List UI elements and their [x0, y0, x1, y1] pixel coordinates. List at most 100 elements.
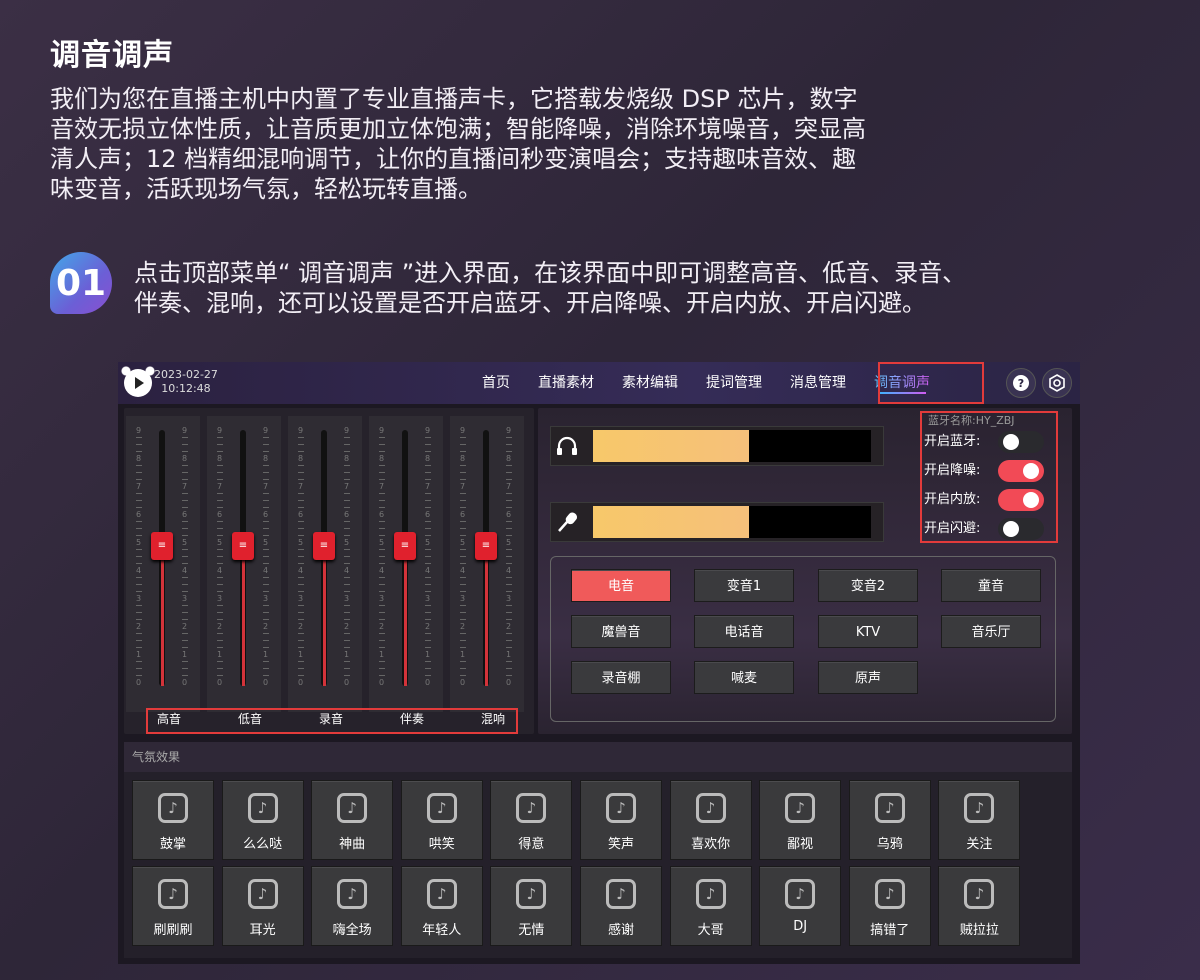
scale-minor-tick — [298, 465, 304, 466]
effect-button[interactable]: ♪ 贼拉拉 — [938, 866, 1021, 946]
scale-tick: 0 — [506, 678, 512, 687]
scale-minor-tick — [506, 521, 512, 522]
music-note-icon: ♪ — [606, 793, 636, 823]
voice-button-telephone[interactable]: 电话音 — [694, 615, 794, 648]
meter-fill — [593, 430, 749, 462]
effect-button[interactable]: ♪ 刷刷刷 — [132, 866, 214, 946]
scale-tick: 3 — [182, 594, 188, 603]
scale-minor-tick — [425, 612, 431, 613]
scale-minor-tick — [506, 528, 512, 529]
scale-minor-tick — [425, 465, 431, 466]
voice-button-change2[interactable]: 变音2 — [818, 569, 918, 602]
effect-button[interactable]: ♪ 关注 — [938, 780, 1021, 860]
music-note-icon: ♪ — [516, 879, 547, 909]
voice-button-monster[interactable]: 魔兽音 — [571, 615, 671, 648]
scale-tick: 5 — [217, 538, 223, 547]
nav-item-messages[interactable]: 消息管理 — [782, 362, 854, 404]
scale-minor-tick — [379, 647, 385, 648]
scale-minor-tick — [460, 500, 466, 501]
effect-button[interactable]: ♪ 无情 — [490, 866, 573, 946]
scale-minor-tick — [182, 612, 188, 613]
scale-minor-tick — [506, 577, 512, 578]
scale-minor-tick — [298, 591, 304, 592]
fader-knob[interactable]: ≡ — [394, 532, 416, 560]
effect-button[interactable]: ♪ 嗨全场 — [311, 866, 394, 946]
voice-button-mc[interactable]: 喊麦 — [694, 661, 794, 694]
effect-button[interactable]: ♪ 感谢 — [580, 866, 662, 946]
scale-minor-tick — [506, 619, 512, 620]
effect-button[interactable]: ♪ 得意 — [490, 780, 573, 860]
effect-button[interactable]: ♪ 大哥 — [669, 866, 752, 946]
effect-button[interactable]: ♪ 乌鸦 — [848, 780, 931, 860]
scale-minor-tick — [182, 647, 188, 648]
effect-button[interactable]: ♪ 神曲 — [311, 780, 394, 860]
scale-minor-tick — [344, 633, 350, 634]
scale-minor-tick — [425, 584, 431, 585]
scale-minor-tick — [263, 661, 269, 662]
scale-tick: 9 — [182, 426, 188, 435]
scale-minor-tick — [217, 493, 223, 494]
music-note-icon: ♪ — [964, 793, 995, 823]
scale-tick: 4 — [182, 566, 188, 575]
scale-minor-tick — [217, 647, 223, 648]
scale-minor-tick — [217, 661, 223, 662]
voice-button-studio[interactable]: 录音棚 — [571, 661, 671, 694]
scale-minor-tick — [425, 633, 431, 634]
effect-button[interactable]: ♪ 年轻人 — [400, 866, 483, 946]
effect-button[interactable]: ♪ DJ — [759, 866, 842, 946]
app-logo-icon — [121, 366, 155, 397]
help-button[interactable]: ? — [1006, 368, 1036, 398]
scale-tick: 6 — [263, 510, 269, 519]
scale-tick: 0 — [425, 678, 431, 687]
mixer-panel: 9 8 7 6 5 4 3 2 1 0 9 8 7 6 5 4 3 2 1 0 ≡ 高音 9 8 7 6 5 4 3 2 1 0 9 8 7 6 5 4 3… — [124, 408, 534, 734]
scale-tick: 1 — [298, 650, 304, 659]
effect-button[interactable]: ♪ 鼓掌 — [132, 780, 214, 860]
scale-minor-tick — [506, 472, 512, 473]
effect-button[interactable]: ♪ 么么哒 — [221, 780, 304, 860]
effect-button[interactable]: ♪ 笑声 — [580, 780, 662, 860]
voice-button-original[interactable]: 原声 — [818, 661, 918, 694]
nav-item-home[interactable]: 首页 — [474, 362, 518, 404]
effect-button[interactable]: ♪ 搞错了 — [848, 866, 931, 946]
scale-minor-tick — [379, 640, 385, 641]
nav-item-prompter[interactable]: 提词管理 — [698, 362, 770, 404]
effect-button[interactable]: ♪ 喜欢你 — [669, 780, 752, 860]
voice-button-electro[interactable]: 电音 — [571, 569, 671, 602]
scale-tick: 8 — [425, 454, 431, 463]
scale-minor-tick — [182, 584, 188, 585]
scale-minor-tick — [182, 591, 188, 592]
effect-button[interactable]: ♪ 鄙视 — [759, 780, 842, 860]
fader-knob[interactable]: ≡ — [151, 532, 173, 560]
scale-minor-tick — [344, 549, 350, 550]
scale-tick: 8 — [136, 454, 142, 463]
scale-minor-tick — [298, 479, 304, 480]
effect-label: 鄙视 — [787, 837, 814, 852]
scale-tick: 0 — [344, 678, 350, 687]
scale-minor-tick — [344, 521, 350, 522]
scale-tick: 0 — [217, 678, 223, 687]
fader-knob[interactable]: ≡ — [313, 532, 335, 560]
nav-item-live-material[interactable]: 直播素材 — [530, 362, 602, 404]
scale-minor-tick — [136, 633, 142, 634]
voice-button-ktv[interactable]: KTV — [818, 615, 918, 648]
scale-tick: 6 — [136, 510, 142, 519]
voice-button-child[interactable]: 童音 — [941, 569, 1041, 602]
scale-minor-tick — [379, 451, 385, 452]
nav-item-material-edit[interactable]: 素材编辑 — [614, 362, 686, 404]
scale-minor-tick — [379, 493, 385, 494]
voice-button-change1[interactable]: 变音1 — [694, 569, 794, 602]
scale-tick: 2 — [298, 622, 304, 631]
effect-button[interactable]: ♪ 哄笑 — [400, 780, 483, 860]
scale-minor-tick — [344, 563, 350, 564]
scale-minor-tick — [298, 612, 304, 613]
fader-knob[interactable]: ≡ — [232, 532, 254, 560]
effect-button[interactable]: ♪ 耳光 — [221, 866, 304, 946]
voice-button-concert-hall[interactable]: 音乐厅 — [941, 615, 1041, 648]
effect-label: 笑声 — [607, 837, 634, 852]
scale-minor-tick — [136, 619, 142, 620]
scale-minor-tick — [136, 647, 142, 648]
settings-button[interactable] — [1042, 368, 1072, 398]
fader-knob[interactable]: ≡ — [475, 532, 497, 560]
scale-minor-tick — [379, 584, 385, 585]
scale-tick: 3 — [460, 594, 466, 603]
